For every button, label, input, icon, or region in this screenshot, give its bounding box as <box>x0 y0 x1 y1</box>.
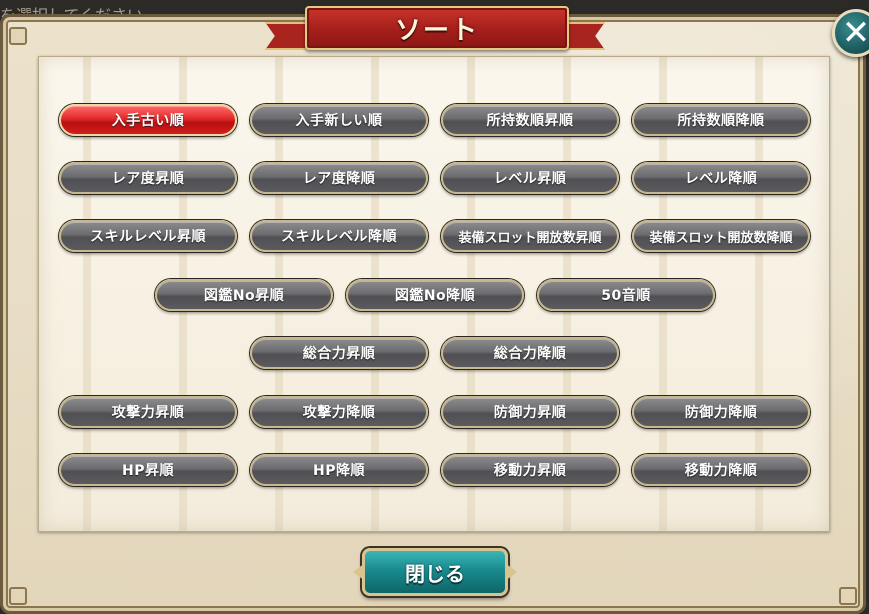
sort-button-movement-desc[interactable]: 移動力降順 <box>632 454 810 486</box>
sort-button-level-desc[interactable]: レベル降順 <box>632 162 810 194</box>
dialog-title: ソート <box>394 15 479 46</box>
sort-button-hp-desc[interactable]: HP降順 <box>250 454 428 486</box>
sort-button-total-power-desc[interactable]: 総合力降順 <box>441 337 619 369</box>
sort-button-equip-slots-asc[interactable]: 装備スロット開放数昇順 <box>441 220 619 252</box>
sort-button-level-asc[interactable]: レベル昇順 <box>441 162 619 194</box>
sort-button-attack-desc[interactable]: 攻撃力降順 <box>250 396 428 428</box>
sort-button-owned-count-asc[interactable]: 所持数順昇順 <box>441 104 619 136</box>
sort-button-rarity-desc[interactable]: レア度降順 <box>250 162 428 194</box>
frame-corner-ornament <box>839 587 857 605</box>
ribbon-banner: ソート <box>305 6 569 50</box>
sort-button-hp-asc[interactable]: HP昇順 <box>59 454 237 486</box>
title-ribbon: ソート <box>265 0 605 58</box>
sort-button-attack-asc[interactable]: 攻撃力昇順 <box>59 396 237 428</box>
close-icon: ✕ <box>841 13 869 53</box>
sort-button-movement-asc[interactable]: 移動力昇順 <box>441 454 619 486</box>
sort-button-dex-no-desc[interactable]: 図鑑No降順 <box>346 279 524 311</box>
sort-button-defense-asc[interactable]: 防御力昇順 <box>441 396 619 428</box>
sort-button-skill-level-desc[interactable]: スキルレベル降順 <box>250 220 428 252</box>
frame-corner-ornament <box>9 587 27 605</box>
sort-button-equip-slots-desc[interactable]: 装備スロット開放数降順 <box>632 220 810 252</box>
sort-button-total-power-asc[interactable]: 総合力昇順 <box>250 337 428 369</box>
frame-corner-ornament <box>9 27 27 45</box>
sort-button-skill-level-asc[interactable]: スキルレベル昇順 <box>59 220 237 252</box>
sort-button-acquired-oldest[interactable]: 入手古い順 <box>59 104 237 136</box>
sort-button-dex-no-asc[interactable]: 図鑑No昇順 <box>155 279 333 311</box>
sort-button-kana-order[interactable]: 50音順 <box>537 279 715 311</box>
sort-button-owned-count-desc[interactable]: 所持数順降順 <box>632 104 810 136</box>
sort-button-acquired-newest[interactable]: 入手新しい順 <box>250 104 428 136</box>
sort-button-defense-desc[interactable]: 防御力降順 <box>632 396 810 428</box>
sort-button-rarity-asc[interactable]: レア度昇順 <box>59 162 237 194</box>
close-button[interactable]: 閉じる <box>362 548 508 596</box>
